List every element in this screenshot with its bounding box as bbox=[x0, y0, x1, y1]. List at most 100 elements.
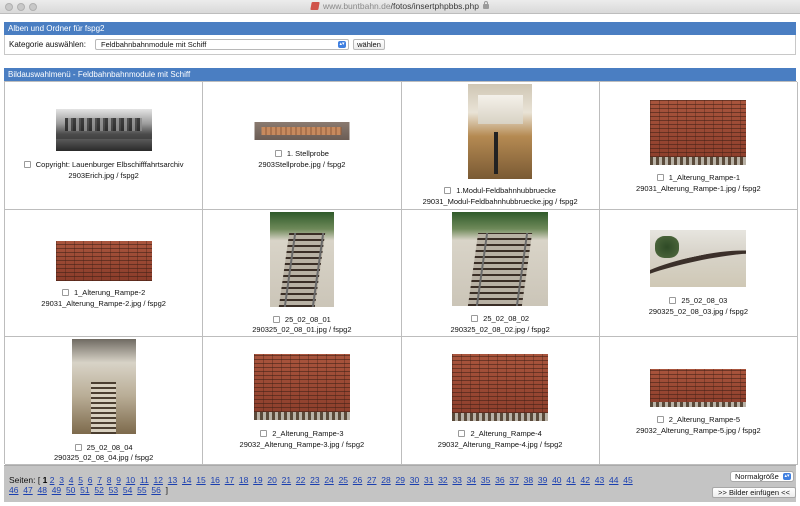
image-cell: 1_Alterung_Rampe-1 29031_Alterung_Rampe-… bbox=[599, 82, 798, 210]
select-checkbox[interactable] bbox=[274, 150, 282, 157]
page-link-47[interactable]: 47 bbox=[23, 485, 32, 495]
page-link-26[interactable]: 26 bbox=[353, 475, 362, 485]
page-link-39[interactable]: 39 bbox=[538, 475, 547, 485]
image-thumbnail[interactable] bbox=[452, 354, 549, 421]
page-link-34[interactable]: 34 bbox=[467, 475, 476, 485]
insert-images-button[interactable]: >> Bilder einfügen << bbox=[712, 487, 796, 498]
image-filename: 2903Stellprobe.jpg / fspg2 bbox=[258, 160, 346, 169]
pages-close: ] bbox=[165, 485, 168, 495]
page-link-20[interactable]: 20 bbox=[267, 475, 276, 485]
select-checkbox[interactable] bbox=[471, 315, 479, 322]
page-link-22[interactable]: 22 bbox=[296, 475, 305, 485]
category-select[interactable]: Feldbahnbahnmodule mit Schiff ▴▾ bbox=[95, 39, 349, 50]
page-link-3[interactable]: 3 bbox=[59, 475, 64, 485]
image-title-row: 25_02_08_03 bbox=[600, 296, 797, 306]
page-link-28[interactable]: 28 bbox=[381, 475, 390, 485]
page-link-46[interactable]: 46 bbox=[9, 485, 18, 495]
page-link-38[interactable]: 38 bbox=[524, 475, 533, 485]
page-link-50[interactable]: 50 bbox=[66, 485, 75, 495]
page-link-49[interactable]: 49 bbox=[52, 485, 61, 495]
image-title: 2_Alterung_Rampe-5 bbox=[668, 415, 741, 424]
select-checkbox[interactable] bbox=[656, 174, 664, 181]
page-link-31[interactable]: 31 bbox=[424, 475, 433, 485]
lock-icon bbox=[482, 1, 489, 9]
page-link-24[interactable]: 24 bbox=[324, 475, 333, 485]
page-link-12[interactable]: 12 bbox=[154, 475, 163, 485]
page-link-33[interactable]: 33 bbox=[452, 475, 461, 485]
page-link-4[interactable]: 4 bbox=[69, 475, 74, 485]
site-favicon-icon bbox=[310, 2, 320, 10]
select-checkbox[interactable] bbox=[260, 430, 268, 437]
page-link-17[interactable]: 17 bbox=[225, 475, 234, 485]
image-title: 25_02_08_02 bbox=[483, 314, 530, 323]
image-thumbnail[interactable] bbox=[55, 241, 152, 281]
page-link-5[interactable]: 5 bbox=[78, 475, 83, 485]
address-bar[interactable]: www.buntbahn.de/fotos/insertphpbbs.php bbox=[0, 1, 800, 11]
page-link-2[interactable]: 2 bbox=[50, 475, 55, 485]
page-link-15[interactable]: 15 bbox=[196, 475, 205, 485]
page-link-25[interactable]: 25 bbox=[339, 475, 348, 485]
select-checkbox[interactable] bbox=[444, 187, 452, 194]
page-link-7[interactable]: 7 bbox=[97, 475, 102, 485]
choose-button[interactable]: wählen bbox=[353, 39, 385, 50]
page-link-16[interactable]: 16 bbox=[210, 475, 219, 485]
page-link-52[interactable]: 52 bbox=[94, 485, 103, 495]
page-link-41[interactable]: 41 bbox=[566, 475, 575, 485]
select-checkbox[interactable] bbox=[656, 416, 664, 423]
page-link-14[interactable]: 14 bbox=[182, 475, 191, 485]
image-size-select[interactable]: Normalgröße ▴▾ bbox=[730, 471, 794, 482]
image-thumbnail[interactable] bbox=[650, 230, 747, 287]
page-link-37[interactable]: 37 bbox=[509, 475, 518, 485]
page-link-10[interactable]: 10 bbox=[126, 475, 135, 485]
page-link-55[interactable]: 55 bbox=[137, 485, 146, 495]
image-cell: 25_02_08_01 290325_02_08_01.jpg / fspg2 bbox=[203, 210, 402, 337]
page-link-42[interactable]: 42 bbox=[581, 475, 590, 485]
image-cell: 2_Alterung_Rampe-3 29032_Alterung_Rampe-… bbox=[203, 337, 402, 465]
image-thumbnail[interactable] bbox=[55, 109, 152, 151]
image-thumbnail[interactable] bbox=[650, 369, 747, 407]
page-link-6[interactable]: 6 bbox=[88, 475, 93, 485]
image-title: 25_02_08_03 bbox=[681, 296, 728, 305]
image-thumbnail[interactable] bbox=[71, 339, 136, 434]
select-checkbox[interactable] bbox=[61, 289, 69, 296]
page-link-32[interactable]: 32 bbox=[438, 475, 447, 485]
page-link-30[interactable]: 30 bbox=[410, 475, 419, 485]
image-thumbnail[interactable] bbox=[254, 122, 350, 140]
page-link-43[interactable]: 43 bbox=[595, 475, 604, 485]
page-link-35[interactable]: 35 bbox=[481, 475, 490, 485]
select-checkbox[interactable] bbox=[272, 316, 280, 323]
page-link-45[interactable]: 45 bbox=[623, 475, 632, 485]
page-link-44[interactable]: 44 bbox=[609, 475, 618, 485]
image-thumbnail[interactable] bbox=[452, 212, 549, 306]
page-link-36[interactable]: 36 bbox=[495, 475, 504, 485]
pagination-bar: Seiten: [ 12 3 4 5 6 7 8 9 10 11 12 13 1… bbox=[4, 465, 796, 502]
page-link-40[interactable]: 40 bbox=[552, 475, 561, 485]
page-link-13[interactable]: 13 bbox=[168, 475, 177, 485]
image-thumbnail[interactable] bbox=[253, 354, 350, 420]
image-thumbnail[interactable] bbox=[650, 100, 747, 165]
page-link-53[interactable]: 53 bbox=[109, 485, 118, 495]
page-link-8[interactable]: 8 bbox=[107, 475, 112, 485]
image-title-row: 2_Alterung_Rampe-3 bbox=[203, 429, 400, 439]
page-link-51[interactable]: 51 bbox=[80, 485, 89, 495]
image-title-row: 1_Alterung_Rampe-1 bbox=[600, 173, 797, 183]
page-link-23[interactable]: 23 bbox=[310, 475, 319, 485]
page-link-48[interactable]: 48 bbox=[37, 485, 46, 495]
select-checkbox[interactable] bbox=[23, 161, 31, 168]
page-link-21[interactable]: 21 bbox=[282, 475, 291, 485]
select-checkbox[interactable] bbox=[669, 297, 677, 304]
page-link-19[interactable]: 19 bbox=[253, 475, 262, 485]
page-link-54[interactable]: 54 bbox=[123, 485, 132, 495]
page-link-18[interactable]: 18 bbox=[239, 475, 248, 485]
page-link-9[interactable]: 9 bbox=[116, 475, 121, 485]
image-filename: 290325_02_08_02.jpg / fspg2 bbox=[450, 325, 550, 334]
image-cell: 1. Stellprobe 2903Stellprobe.jpg / fspg2 bbox=[203, 82, 402, 210]
image-thumbnail[interactable] bbox=[468, 84, 533, 179]
page-link-56[interactable]: 56 bbox=[151, 485, 160, 495]
select-checkbox[interactable] bbox=[74, 444, 82, 451]
page-link-27[interactable]: 27 bbox=[367, 475, 376, 485]
select-checkbox[interactable] bbox=[458, 430, 466, 437]
page-link-11[interactable]: 11 bbox=[140, 475, 149, 485]
page-link-29[interactable]: 29 bbox=[396, 475, 405, 485]
image-thumbnail[interactable] bbox=[269, 212, 334, 307]
